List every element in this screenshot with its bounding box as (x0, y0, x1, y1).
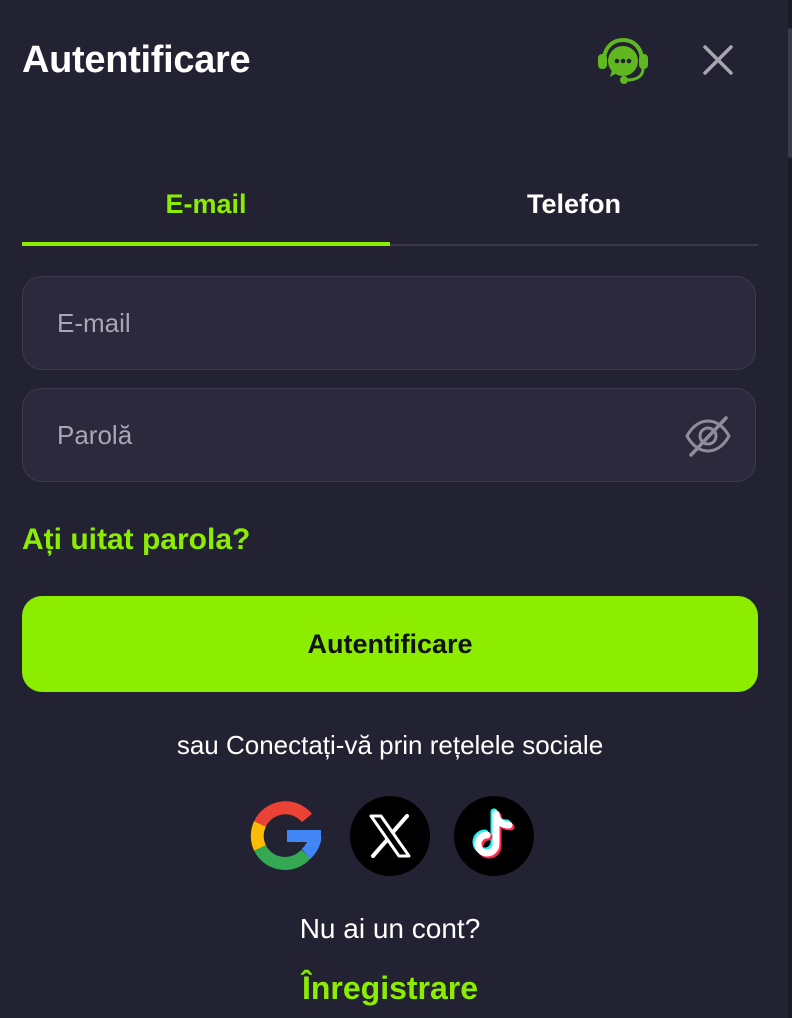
close-icon (703, 45, 733, 75)
tiktok-login-button[interactable] (454, 796, 534, 876)
no-account-text: Nu ai un cont? (299, 913, 481, 944)
close-button[interactable] (698, 40, 738, 80)
x-icon (350, 796, 430, 876)
tab-email[interactable]: E-mail (22, 176, 390, 242)
register-link[interactable]: Înregistrare (0, 967, 780, 1009)
headset-chat-icon (598, 37, 648, 84)
password-input[interactable] (23, 389, 755, 481)
tab-phone[interactable]: Telefon (390, 176, 758, 242)
google-login-button[interactable] (247, 796, 327, 876)
email-field-wrapper (22, 276, 756, 370)
google-icon (250, 801, 322, 870)
social-login-label: sau Conectați-vă prin rețelele sociale (176, 730, 604, 760)
support-chat-button[interactable] (597, 37, 649, 85)
x-login-button[interactable] (350, 796, 430, 876)
active-tab-indicator (22, 242, 390, 246)
forgot-password-link[interactable]: Ați uitat parola? (22, 520, 250, 560)
password-field-wrapper (22, 388, 756, 482)
email-input[interactable] (23, 277, 755, 369)
tiktok-icon (454, 796, 534, 876)
login-submit-button[interactable]: Autentificare (22, 596, 758, 692)
scrollbar-thumb[interactable] (788, 28, 792, 158)
page-title: Autentificare (22, 39, 251, 81)
eye-off-icon (685, 416, 731, 457)
toggle-password-visibility-button[interactable] (683, 411, 733, 461)
login-method-tabs: E-mail Telefon (22, 176, 758, 246)
